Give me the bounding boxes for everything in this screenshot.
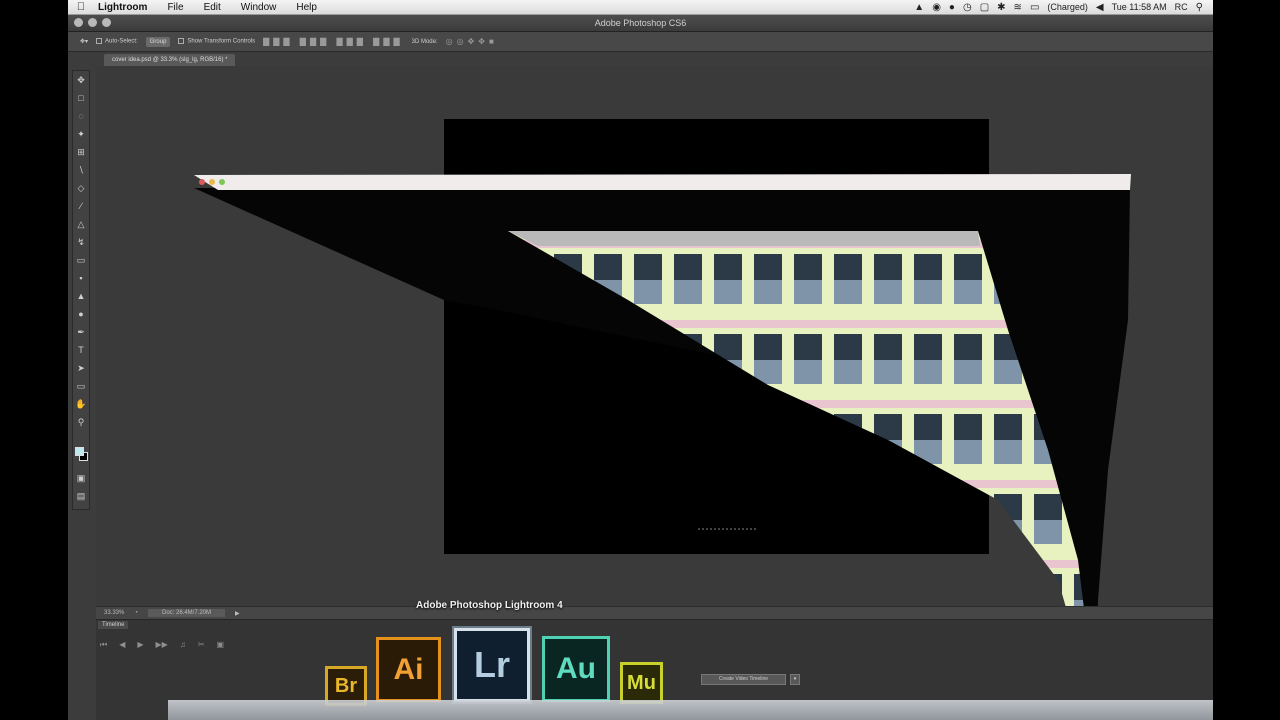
3d-mode-buttons-icon[interactable]: ◎◎✥✥■ xyxy=(446,37,498,46)
document-tab[interactable]: cover idea.psd @ 33.3% (slg_lg, RGB/16) … xyxy=(104,54,236,66)
transform-controls-label: Show Transform Controls xyxy=(187,38,256,45)
apple-menu-icon[interactable]:  xyxy=(68,1,94,13)
clock[interactable]: Tue 11:58 AM xyxy=(1112,2,1167,12)
muse-app-icon[interactable]: Mu xyxy=(620,662,663,704)
wifi-icon[interactable]: ≋ xyxy=(1014,2,1022,13)
shape-tool-icon[interactable]: ▭ xyxy=(73,377,89,395)
path-selection-tool-icon[interactable]: ➤ xyxy=(73,359,89,377)
audition-app-icon[interactable]: Au xyxy=(542,636,610,702)
timeline-controls: ⏮ ◀ ▶ ▶▶ ♫ ✂ ▣ xyxy=(100,640,224,650)
healing-brush-tool-icon[interactable]: ◇ xyxy=(73,179,89,197)
app-switcher-title: Adobe Photoshop Lightroom 4 xyxy=(416,600,563,611)
app-menu-lightroom[interactable]: Lightroom xyxy=(94,2,157,13)
status-menu-arrow-icon[interactable]: ▶ xyxy=(235,610,240,617)
quick-select-tool-icon[interactable]: ✦ xyxy=(73,125,89,143)
create-video-timeline-button[interactable]: Create Video Timeline xyxy=(701,674,786,685)
eyedropper-tool-icon[interactable]: ∖ xyxy=(73,161,89,179)
transition-icon[interactable]: ▣ xyxy=(217,640,225,650)
window-title: Adobe Photoshop CS6 xyxy=(594,18,687,28)
pen-tool-icon[interactable]: ✒ xyxy=(73,323,89,341)
lightroom-app-icon[interactable]: Lr xyxy=(454,628,530,702)
dodge-tool-icon[interactable]: ● xyxy=(73,305,89,323)
menu-edit[interactable]: Edit xyxy=(194,2,231,13)
status-info-icon[interactable]: ◔ xyxy=(134,610,138,616)
move-tool-icon[interactable]: ✥▾ xyxy=(80,38,88,45)
prev-frame-icon[interactable]: ◀ xyxy=(119,640,125,650)
lasso-tool-icon[interactable]: ◌ xyxy=(73,107,89,125)
split-icon[interactable]: ✂ xyxy=(198,640,205,650)
audio-icon[interactable]: ♫ xyxy=(180,640,186,650)
align-buttons-icon[interactable]: ▇▇▇ ▇▇▇ ▇▇▇ ▇▇▇ xyxy=(263,37,404,46)
desktop-screen:  Lightroom File Edit Window Help ▲ ◉ ● … xyxy=(68,0,1213,720)
status-menus: ▲ ◉ ● ◷ ▢ ✱ ≋ ▭ (Charged) ◀ Tue 11:58 AM… xyxy=(914,2,1213,13)
clone-stamp-tool-icon[interactable]: △ xyxy=(73,215,89,233)
auto-select-label: Auto-Select: xyxy=(105,38,138,45)
options-bar: ✥▾ Auto-Select: Group Show Transform Con… xyxy=(68,32,1213,52)
spotlight-search-icon[interactable]: ⚲ xyxy=(1196,2,1203,13)
3d-mode-label: 3D Mode: xyxy=(411,38,438,45)
volume-icon[interactable]: ◀ xyxy=(1096,2,1104,13)
auto-select-checkbox[interactable]: Auto-Select: xyxy=(96,38,138,45)
zoom-tool-icon[interactable]: ⚲ xyxy=(73,413,89,431)
history-brush-tool-icon[interactable]: ↯ xyxy=(73,233,89,251)
status-bar: 33.33% ◔ Doc: 26.4M/7.20M ▶ xyxy=(96,606,1213,619)
blur-tool-icon[interactable]: ▲ xyxy=(73,287,89,305)
show-transform-controls-checkbox[interactable]: Show Transform Controls xyxy=(178,38,255,45)
tools-panel: ✥ □ ◌ ✦ ⊞ ∖ ◇ ∕ △ ↯ ▭ ▪ ▲ ● ✒ T ➤ ▭ ✋ ⚲ … xyxy=(72,70,90,510)
document-canvas[interactable] xyxy=(444,119,989,554)
group-select[interactable]: Group xyxy=(145,36,171,47)
zoom-level[interactable]: 33.33% xyxy=(104,610,124,616)
hand-tool-icon[interactable]: ✋ xyxy=(73,395,89,413)
screen-mode-icon[interactable]: ▤ xyxy=(73,487,89,505)
marquee-tool-icon[interactable]: □ xyxy=(73,89,89,107)
move-tool-icon[interactable]: ✥ xyxy=(73,71,89,89)
bluetooth-icon[interactable]: ✱ xyxy=(997,2,1005,13)
menu-file[interactable]: File xyxy=(157,2,193,13)
headphones-icon[interactable]: ◉ xyxy=(932,2,941,13)
menu-help[interactable]: Help xyxy=(286,2,327,13)
adobe-menulet-icon[interactable]: ▲ xyxy=(914,2,924,13)
display-icon[interactable]: ▢ xyxy=(980,2,989,13)
battery-icon[interactable]: ▭ xyxy=(1030,2,1039,13)
skype-icon[interactable]: ● xyxy=(949,2,955,13)
mac-dock[interactable] xyxy=(168,700,1213,720)
type-tool-icon[interactable]: T xyxy=(73,341,89,359)
crop-tool-icon[interactable]: ⊞ xyxy=(73,143,89,161)
next-frame-icon[interactable]: ▶▶ xyxy=(156,640,168,650)
first-frame-icon[interactable]: ⏮ xyxy=(100,640,107,650)
eraser-tool-icon[interactable]: ▭ xyxy=(73,251,89,269)
time-machine-icon[interactable]: ◷ xyxy=(963,2,972,13)
play-icon[interactable]: ▶ xyxy=(137,640,143,650)
photoshop-title-bar: Adobe Photoshop CS6 xyxy=(68,15,1213,32)
menu-window[interactable]: Window xyxy=(231,2,287,13)
illustrator-app-icon[interactable]: Ai xyxy=(376,637,441,702)
battery-status: (Charged) xyxy=(1047,2,1088,12)
document-info[interactable]: Doc: 26.4M/7.20M xyxy=(147,609,226,617)
brush-tool-icon[interactable]: ∕ xyxy=(73,197,89,215)
foreground-color-swatch[interactable] xyxy=(75,447,84,456)
user-menu[interactable]: RC xyxy=(1175,2,1188,12)
create-timeline-dropdown-icon[interactable]: ▾ xyxy=(790,674,800,685)
quick-mask-icon[interactable]: ▣ xyxy=(73,469,89,487)
mac-menubar:  Lightroom File Edit Window Help ▲ ◉ ● … xyxy=(68,0,1213,15)
gradient-tool-icon[interactable]: ▪ xyxy=(73,269,89,287)
timeline-tab[interactable]: Timeline xyxy=(98,621,129,629)
